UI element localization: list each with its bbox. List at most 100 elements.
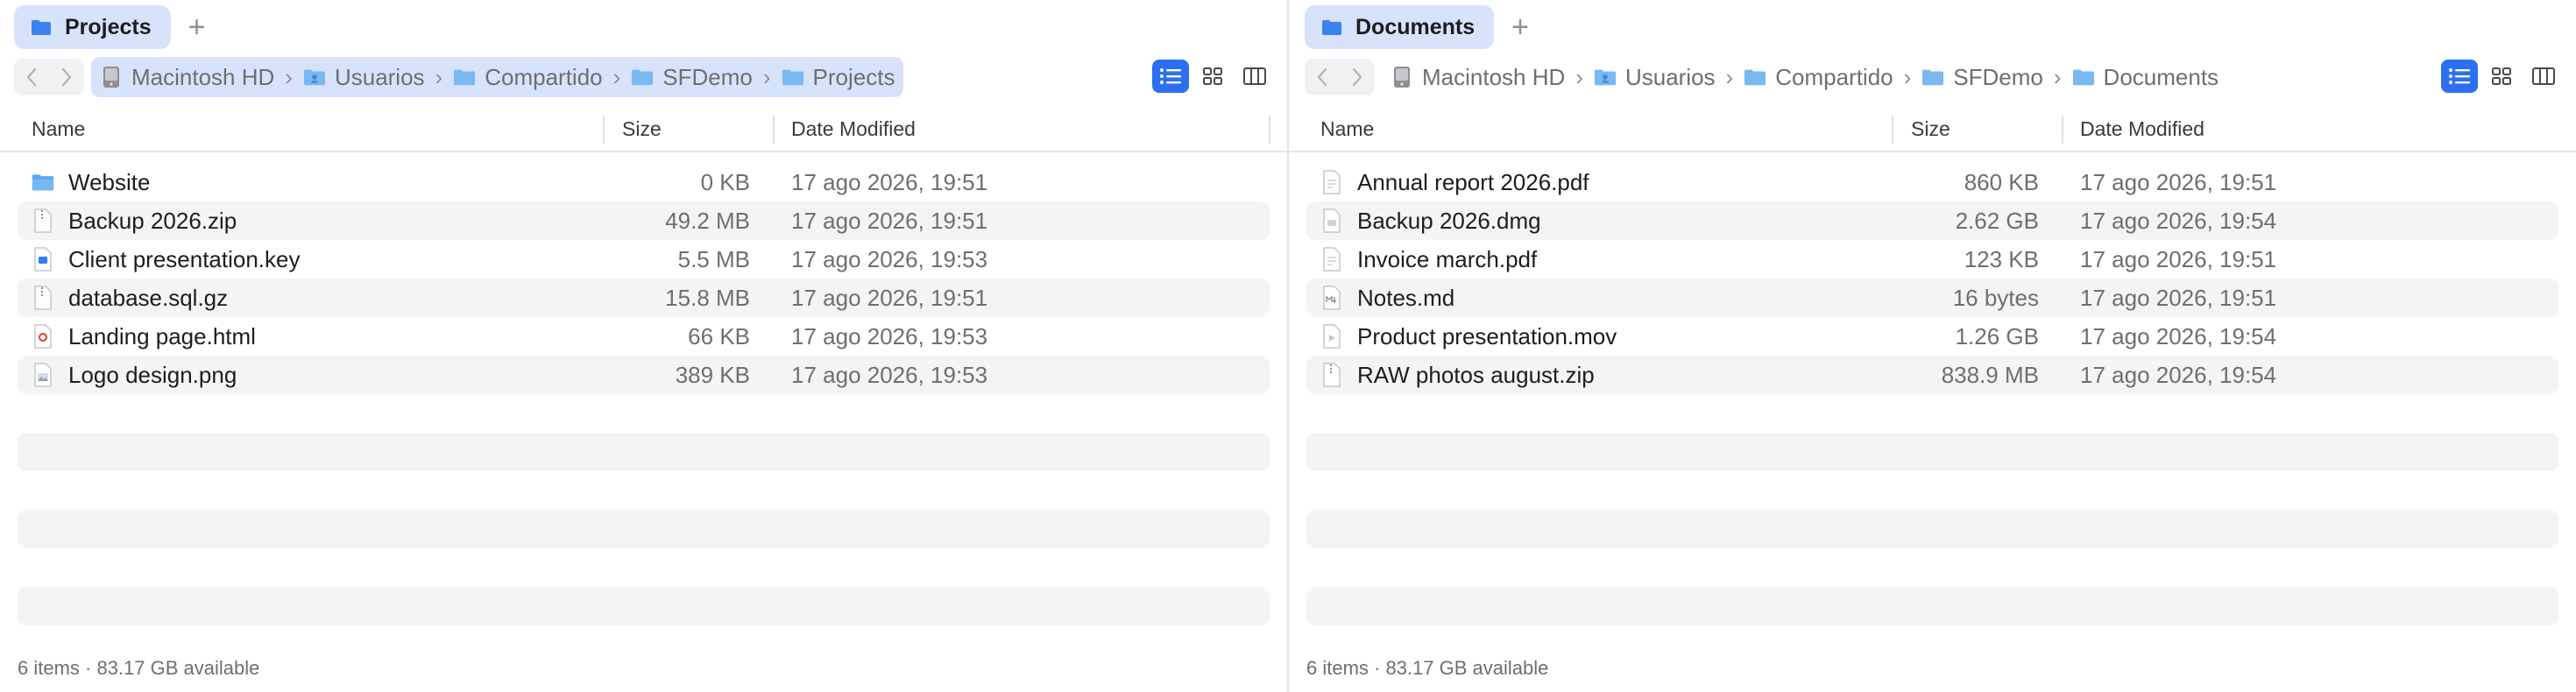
list-view-button[interactable] <box>1152 60 1189 93</box>
file-row[interactable]: Annual report 2026.pdf 860 KB 17 ago 202… <box>1306 163 2558 201</box>
file-row[interactable]: Product presentation.mov 1.26 GB 17 ago … <box>1306 317 2558 356</box>
breadcrumb-separator: › <box>285 63 293 90</box>
breadcrumb-item-documents[interactable]: Documents <box>2072 64 2219 91</box>
forward-button[interactable] <box>49 59 84 95</box>
list-view-button[interactable] <box>2441 60 2478 93</box>
html-file-icon <box>32 323 54 350</box>
forward-button[interactable] <box>1340 59 1375 95</box>
icon-view-button[interactable] <box>2483 60 2520 93</box>
columns-icon <box>2532 67 2555 85</box>
file-name: Landing page.html <box>32 323 256 350</box>
file-date-modified: 17 ago 2026, 19:51 <box>2080 168 2277 195</box>
column-header: Name Size Date Modified <box>0 107 1287 152</box>
file-row[interactable]: Landing page.html 66 KB 17 ago 2026, 19:… <box>18 317 1270 356</box>
empty-row <box>1306 433 2558 471</box>
breadcrumb-separator: › <box>1903 63 1912 90</box>
icon-view-button[interactable] <box>1194 60 1231 93</box>
tab-bar: Projects + <box>14 5 206 49</box>
file-date-modified: 17 ago 2026, 19:51 <box>2080 284 2277 311</box>
file-size: 860 KB <box>1964 168 2039 195</box>
breadcrumb-separator: › <box>435 63 443 90</box>
column-divider[interactable] <box>603 116 605 144</box>
back-button[interactable] <box>1305 59 1340 95</box>
toolbar: Macintosh HD › Usuarios › Compartido › S… <box>1305 56 2562 98</box>
file-row[interactable]: Notes.md 16 bytes 17 ago 2026, 19:51 <box>1306 279 2558 317</box>
status-bar: 6 items · 83.17 GB available <box>18 657 260 679</box>
breadcrumb-item-macintosh-hd[interactable]: Macintosh HD <box>1391 64 1565 91</box>
file-name: Product presentation.mov <box>1320 323 1617 350</box>
breadcrumb-item-compartido[interactable]: Compartido <box>453 64 603 91</box>
back-button[interactable] <box>14 59 49 95</box>
column-header-name[interactable]: Name <box>1320 107 1374 151</box>
breadcrumb-item-sfdemo[interactable]: SFDemo <box>631 64 753 91</box>
file-row[interactable]: Client presentation.key 5.5 MB 17 ago 20… <box>18 240 1270 279</box>
chevron-right-icon <box>61 67 72 87</box>
file-row[interactable]: Invoice march.pdf 123 KB 17 ago 2026, 19… <box>1306 240 2558 279</box>
add-tab-button[interactable]: + <box>188 12 206 42</box>
file-row[interactable]: database.sql.gz 15.8 MB 17 ago 2026, 19:… <box>18 279 1270 317</box>
file-date-modified: 17 ago 2026, 19:53 <box>791 322 988 350</box>
chevron-right-icon <box>1352 67 1362 87</box>
file-size: 66 KB <box>688 322 750 350</box>
chevron-left-icon <box>26 67 37 87</box>
file-row[interactable]: Logo design.png 389 KB 17 ago 2026, 19:5… <box>18 356 1270 394</box>
breadcrumb: Macintosh HD › Usuarios › Compartido › S… <box>1382 57 2227 97</box>
column-view-button[interactable] <box>2525 60 2562 93</box>
column-header-name[interactable]: Name <box>32 107 85 151</box>
breadcrumb-item-macintosh-hd[interactable]: Macintosh HD <box>100 64 274 91</box>
column-header-date-modified[interactable]: Date Modified <box>2080 107 2204 151</box>
file-name: Notes.md <box>1320 285 1454 312</box>
file-date-modified: 17 ago 2026, 19:51 <box>791 207 988 234</box>
file-row[interactable]: Backup 2026.dmg 2.62 GB 17 ago 2026, 19:… <box>1306 201 2558 240</box>
right-pane: Documents + Macintosh HD › Usuarios › Co… <box>1289 0 2576 692</box>
grid-icon <box>1203 67 1222 85</box>
finder-window: Projects + Macintosh HD › Usuarios › Com… <box>0 0 2576 692</box>
breadcrumb-separator: › <box>1725 63 1734 90</box>
breadcrumb-item-usuarios[interactable]: Usuarios <box>1594 64 1716 91</box>
add-tab-button[interactable]: + <box>1511 12 1529 42</box>
file-size: 123 KB <box>1964 245 2039 272</box>
file-date-modified: 17 ago 2026, 19:53 <box>791 245 988 272</box>
folder-icon <box>1320 14 1343 40</box>
breadcrumb-separator: › <box>762 63 771 90</box>
folder-icon <box>32 169 54 195</box>
column-header: Name Size Date Modified <box>1289 107 2576 152</box>
tab-documents[interactable]: Documents <box>1305 5 1495 49</box>
column-header-size[interactable]: Size <box>1911 107 1950 151</box>
file-date-modified: 17 ago 2026, 19:51 <box>791 284 988 311</box>
video-file-icon <box>1320 323 1343 350</box>
breadcrumb-item-compartido[interactable]: Compartido <box>1744 64 1893 91</box>
column-divider[interactable] <box>1269 116 1270 144</box>
file-row[interactable]: Backup 2026.zip 49.2 MB 17 ago 2026, 19:… <box>18 201 1270 240</box>
markdown-file-icon <box>1320 285 1343 311</box>
pdf-file-icon <box>1320 246 1343 272</box>
column-header-size[interactable]: Size <box>622 107 662 151</box>
column-header-date-modified[interactable]: Date Modified <box>791 107 916 151</box>
tab-projects[interactable]: Projects <box>14 5 171 49</box>
breadcrumb-item-usuarios[interactable]: Usuarios <box>303 64 425 91</box>
view-mode-buttons <box>1152 60 1273 93</box>
column-divider[interactable] <box>773 116 775 144</box>
file-row[interactable]: Website 0 KB 17 ago 2026, 19:51 <box>18 163 1270 201</box>
folder-icon <box>30 14 53 40</box>
file-name: Annual report 2026.pdf <box>1320 169 1589 196</box>
breadcrumb-item-sfdemo[interactable]: SFDemo <box>1921 64 2043 91</box>
view-mode-buttons <box>2441 60 2562 93</box>
hard-drive-icon <box>100 64 123 90</box>
chevron-left-icon <box>1317 67 1327 87</box>
file-name: Backup 2026.dmg <box>1320 208 1541 235</box>
breadcrumb-item-projects[interactable]: Projects <box>782 64 895 91</box>
archive-file-icon <box>32 285 54 311</box>
file-row[interactable]: RAW photos august.zip 838.9 MB 17 ago 20… <box>1306 356 2558 394</box>
file-date-modified: 17 ago 2026, 19:54 <box>2080 361 2277 388</box>
folder-icon <box>782 64 804 90</box>
disk-image-file-icon <box>1320 208 1343 234</box>
empty-row <box>1306 510 2558 548</box>
empty-row <box>18 433 1270 471</box>
column-view-button[interactable] <box>1236 60 1273 93</box>
toolbar: Macintosh HD › Usuarios › Compartido › S… <box>14 56 1273 98</box>
column-divider[interactable] <box>2062 116 2063 144</box>
keynote-file-icon <box>32 246 54 272</box>
column-divider[interactable] <box>1892 116 1893 144</box>
breadcrumb-separator: › <box>612 63 621 90</box>
